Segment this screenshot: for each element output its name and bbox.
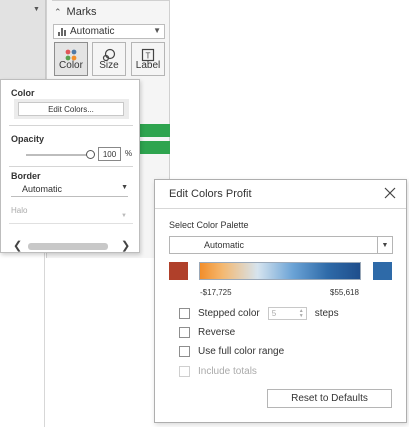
border-value: Automatic	[22, 184, 63, 194]
spinner-icon[interactable]: ▲ ▼	[299, 309, 304, 319]
divider	[9, 125, 133, 126]
full-range-option[interactable]: Use full color range	[179, 346, 284, 357]
steps-value: 5	[271, 309, 277, 318]
marks-title: Marks	[66, 6, 97, 18]
color-button[interactable]: Color	[54, 42, 88, 76]
reset-defaults-button[interactable]: Reset to Defaults	[267, 389, 392, 408]
top-divider	[52, 0, 170, 1]
mark-type-dropdown[interactable]: Automatic ▼	[53, 24, 165, 39]
scroll-left-icon[interactable]: ❮	[13, 239, 22, 254]
horizontal-scrollbar[interactable]: ❮ ❯	[1, 239, 141, 254]
marks-header[interactable]: ⌃ Marks	[54, 6, 97, 18]
size-button[interactable]: Size	[92, 42, 126, 76]
palette-value: Automatic	[204, 240, 245, 250]
dialog-header-divider	[155, 208, 406, 209]
scroll-right-icon[interactable]: ❯	[121, 239, 130, 254]
label-button[interactable]: T Label	[131, 42, 165, 76]
opacity-section-title: Opacity	[11, 134, 45, 144]
opacity-slider-track[interactable]	[26, 154, 90, 156]
label-icon: T	[141, 48, 155, 62]
palette-dropdown[interactable]: Automatic ▼	[169, 236, 393, 254]
halo-underline	[9, 223, 133, 224]
data-pane-header: ▼	[0, 0, 46, 82]
include-totals-label: Include totals	[198, 366, 257, 377]
range-max-value: $55,618	[330, 288, 359, 297]
stepped-color-option[interactable]: Stepped color 5 ▲ ▼ steps	[179, 307, 339, 320]
bar-chart-icon	[58, 27, 66, 36]
border-dropdown[interactable]: Automatic ▼	[11, 184, 128, 197]
opacity-slider-handle[interactable]	[86, 150, 95, 159]
border-section-title: Border	[11, 171, 41, 181]
halo-section-title: Halo	[11, 206, 28, 215]
dropdown-arrow-icon: ▼	[153, 26, 161, 35]
dialog-title: Edit Colors Profit	[169, 188, 252, 200]
color-dots-icon	[65, 49, 77, 61]
close-icon[interactable]	[384, 187, 396, 199]
border-underline	[11, 196, 128, 197]
range-min-value: -$17,725	[200, 288, 232, 297]
color-popup: Color Edit Colors... Opacity 100 % Borde…	[0, 79, 140, 253]
full-range-label: Use full color range	[198, 346, 285, 357]
edit-colors-button[interactable]: Edit Colors...	[18, 102, 124, 116]
reverse-label: Reverse	[198, 327, 236, 338]
opacity-unit: %	[125, 149, 133, 158]
divider	[9, 166, 133, 167]
dropdown-arrow-icon[interactable]: ▼	[377, 237, 392, 253]
color-section-title: Color	[11, 88, 35, 98]
stepped-color-checkbox[interactable]	[179, 308, 190, 319]
stepped-color-label: Stepped color	[198, 308, 260, 319]
palette-label: Select Color Palette	[169, 220, 249, 230]
reverse-checkbox[interactable]	[179, 327, 190, 338]
scrollbar-thumb[interactable]	[28, 243, 108, 250]
color-gradient-bar	[199, 262, 361, 280]
caret-down-icon[interactable]: ▼	[33, 6, 40, 13]
size-icon	[102, 48, 116, 62]
mark-type-value: Automatic	[70, 26, 115, 37]
full-range-checkbox[interactable]	[179, 346, 190, 357]
reverse-option[interactable]: Reverse	[179, 327, 235, 338]
negative-color-swatch[interactable]	[169, 262, 188, 280]
steps-label: steps	[314, 308, 339, 319]
svg-text:T: T	[146, 52, 151, 61]
include-totals-option: Include totals	[179, 366, 257, 377]
include-totals-checkbox	[179, 366, 190, 377]
halo-dropdown-arrow-icon: ▼	[121, 213, 127, 219]
positive-color-swatch[interactable]	[373, 262, 392, 280]
collapse-chevron-icon[interactable]: ⌃	[54, 7, 62, 18]
steps-input[interactable]: 5 ▲ ▼	[267, 307, 307, 320]
dropdown-arrow-icon: ▼	[121, 184, 128, 191]
opacity-input[interactable]: 100	[98, 147, 121, 161]
edit-colors-dialog: Edit Colors Profit Select Color Palette …	[154, 179, 407, 423]
